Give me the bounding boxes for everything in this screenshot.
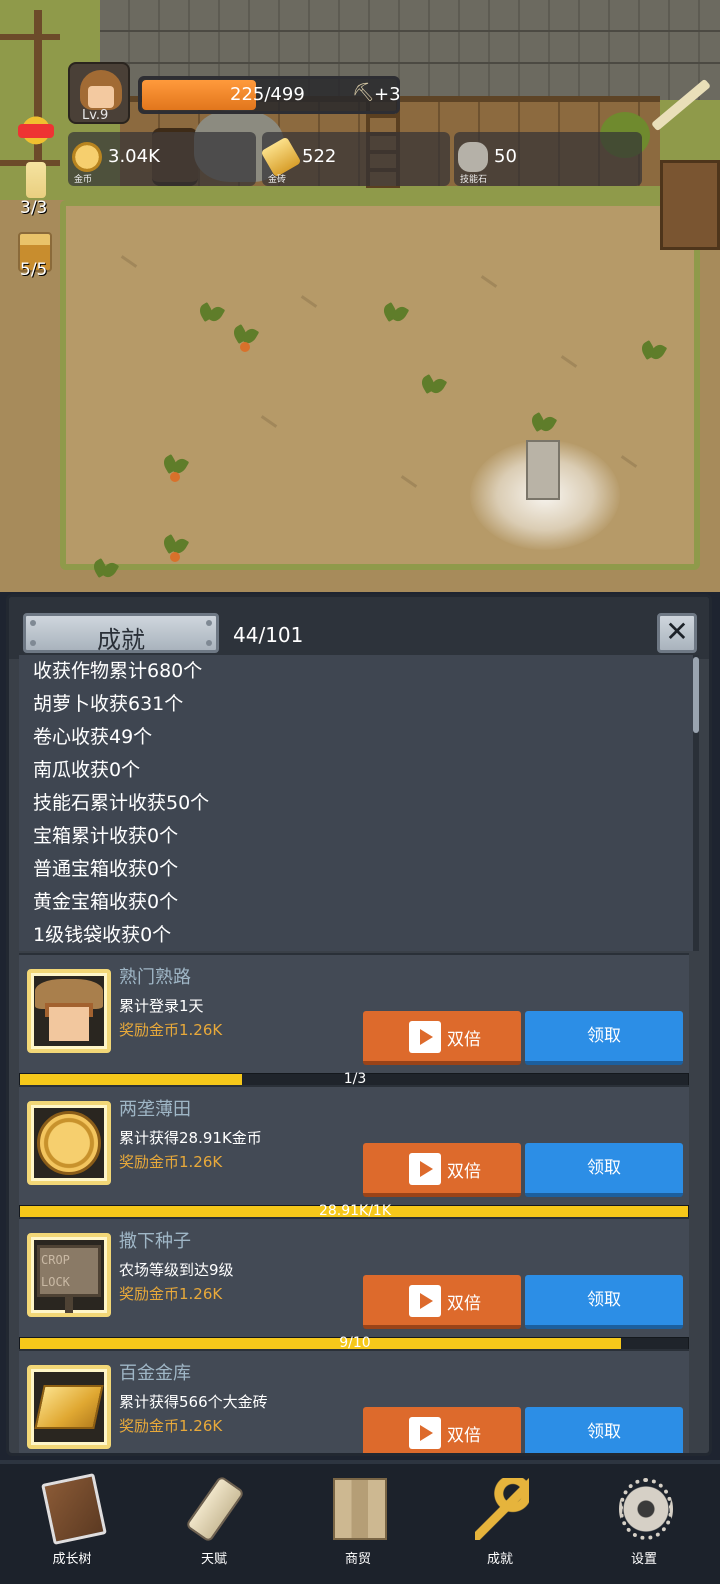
crop-sprout[interactable] (380, 302, 410, 330)
crop-sprout[interactable] (196, 302, 226, 330)
skill-stone-icon (458, 142, 488, 172)
achievement-name: 两垄薄田 (119, 1099, 191, 1120)
stat-row: 黄金宝箱收获0个 (33, 891, 179, 913)
nav-achievement[interactable]: 成就 (450, 1474, 550, 1578)
achievement-list[interactable]: 熟门熟路 累计登录1天 奖励金币1.26K 双倍 领取 1/3 两垄薄田 累计获… (19, 953, 695, 1453)
map-icon (333, 1478, 387, 1540)
crop-lock-sign-icon: CROP LOCK (27, 1233, 111, 1317)
gold-coin-counter[interactable]: 3.04K 金币 (68, 132, 256, 186)
achievement-name: 熟门熟路 (119, 967, 191, 988)
nav-talent[interactable]: 天赋 (164, 1474, 264, 1578)
stats-scrollbar-thumb[interactable] (693, 657, 699, 733)
stat-row: 普通宝箱收获0个 (33, 858, 179, 880)
stat-row: 南瓜收获0个 (33, 759, 141, 781)
achievement-desc: 累计登录1天 (119, 997, 204, 1015)
roof-line (100, 30, 720, 32)
panel-title: 成就 (97, 626, 145, 654)
achievement-card: 百金金库 累计获得566个大金砖 奖励金币1.26K 双倍 领取 (19, 1349, 689, 1453)
achievement-reward: 奖励金币1.26K (119, 1021, 223, 1039)
candle-icon[interactable] (26, 162, 46, 198)
player-level: Lv.9 (82, 108, 109, 123)
achievement-panel: 成就 44/101 ✕ 收获作物累计680个 胡萝卜收获631个 卷心收获49个… (6, 594, 712, 1456)
claim-button[interactable]: 领取 (525, 1011, 683, 1065)
nav-growth-tree[interactable]: 成长树 (22, 1473, 122, 1578)
nav-trade[interactable]: 商贸 (308, 1474, 408, 1578)
achievement-name: 百金金库 (119, 1363, 191, 1384)
stats-list[interactable]: 收获作物累计680个 胡萝卜收获631个 卷心收获49个 南瓜收获0个 技能石累… (19, 655, 695, 951)
achievement-card: CROP LOCK 撒下种子 农场等级到达9级 奖励金币1.26K 双倍 领取 (19, 1217, 689, 1337)
book-icon (41, 1473, 107, 1545)
double-reward-button[interactable]: 双倍 (363, 1011, 521, 1065)
xp-bonus: +3 (374, 84, 401, 105)
close-icon: ✕ (665, 615, 689, 648)
skill-stone-counter[interactable]: 50 技能石 (454, 132, 642, 186)
video-play-icon (409, 1021, 441, 1053)
xp-text: 225/499 (230, 84, 305, 105)
farm-scene[interactable]: Lv.9 225/499 ⛏ +3 3.04K 金币 522 金砖 50 技能石… (0, 0, 720, 592)
video-play-icon (409, 1153, 441, 1185)
stat-row: 胡萝卜收获631个 (33, 693, 184, 715)
claim-button[interactable]: 领取 (525, 1143, 683, 1197)
carrot-crop[interactable] (160, 534, 190, 562)
stat-row: 卷心收获49个 (33, 726, 153, 748)
panel-header: 成就 44/101 ✕ (9, 597, 709, 659)
achievement-reward: 奖励金币1.26K (119, 1417, 223, 1435)
double-reward-button[interactable]: 双倍 (363, 1407, 521, 1453)
achievement-desc: 农场等级到达9级 (119, 1261, 234, 1279)
mug-count: 5/5 (20, 260, 48, 280)
gold-brick-counter[interactable]: 522 金砖 (260, 132, 450, 186)
bottom-nav: 成长树 天赋 商贸 成就 设置 (0, 1460, 720, 1584)
crop-sprout[interactable] (528, 412, 558, 440)
stat-row: 收获作物累计680个 (33, 660, 203, 682)
close-button[interactable]: ✕ (657, 613, 697, 653)
gold-bar-icon (27, 1365, 111, 1449)
panel-title-plate: 成就 (23, 613, 219, 654)
video-play-icon (409, 1417, 441, 1449)
achievement-reward: 奖励金币1.26K (119, 1153, 223, 1171)
double-reward-button[interactable]: 双倍 (363, 1143, 521, 1197)
crown-icon[interactable] (14, 104, 58, 148)
stat-row: 宝箱累计收获0个 (33, 825, 179, 847)
achievement-desc: 累计获得28.91K金币 (119, 1129, 262, 1147)
double-reward-button[interactable]: 双倍 (363, 1275, 521, 1329)
scroll-icon (184, 1475, 246, 1543)
achievement-reward: 奖励金币1.26K (119, 1285, 223, 1303)
claim-button[interactable]: 领取 (525, 1275, 683, 1329)
claim-button[interactable]: 领取 (525, 1407, 683, 1453)
nav-settings[interactable]: 设置 (594, 1474, 694, 1578)
key-icon (475, 1478, 529, 1540)
shed-door (660, 160, 720, 250)
crop-sprout[interactable] (90, 558, 120, 586)
farmer-boy-icon (27, 969, 111, 1053)
pickaxe-icon: ⛏ (352, 82, 375, 103)
gold-coin-icon (27, 1101, 111, 1185)
stat-row: 1级钱袋收获0个 (33, 924, 172, 946)
achievement-count: 44/101 (233, 623, 304, 647)
achievement-card: 两垄薄田 累计获得28.91K金币 奖励金币1.26K 双倍 领取 (19, 1085, 689, 1205)
achievement-card: 熟门熟路 累计登录1天 奖励金币1.26K 双倍 领取 (19, 953, 689, 1073)
candle-count: 3/3 (20, 198, 48, 218)
stat-row: 技能石累计收获50个 (33, 792, 210, 814)
achievement-name: 撒下种子 (119, 1231, 191, 1252)
crop-sprout[interactable] (638, 340, 668, 368)
roof-line (100, 62, 720, 64)
carrot-crop[interactable] (160, 454, 190, 482)
crop-sprout[interactable] (418, 374, 448, 402)
achievement-desc: 累计获得566个大金砖 (119, 1393, 268, 1411)
gear-icon (619, 1478, 673, 1540)
video-play-icon (409, 1285, 441, 1317)
gold-coin-icon (72, 142, 102, 172)
skill-stone-drop[interactable] (526, 440, 560, 500)
carrot-crop[interactable] (230, 324, 260, 352)
